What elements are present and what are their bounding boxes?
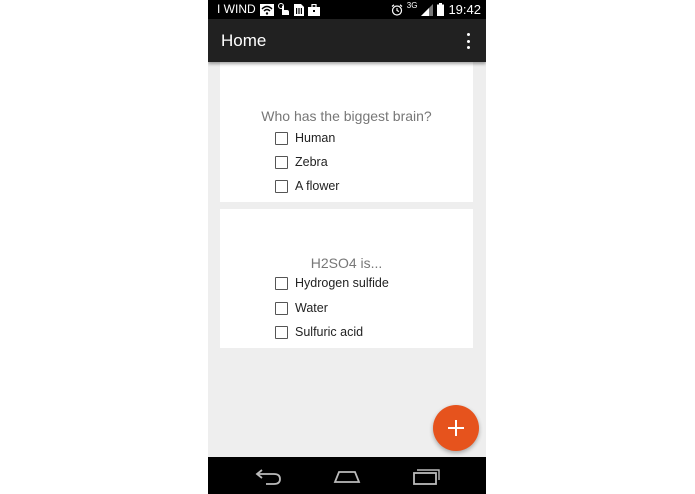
question-card-2: H2SO4 is... Hydrogen sulfide Water Sulfu…: [220, 209, 473, 348]
briefcase-icon: [307, 3, 320, 16]
answer-label: Hydrogen sulfide: [295, 276, 389, 290]
recents-icon[interactable]: [411, 466, 441, 491]
checkbox[interactable]: [275, 301, 288, 315]
sim-card-icon: [293, 3, 304, 16]
navigation-bar: [208, 457, 486, 494]
answer-option[interactable]: Human: [275, 129, 335, 147]
checkbox[interactable]: [275, 276, 288, 290]
answer-label: Human: [295, 131, 336, 145]
app-bar: Home: [208, 19, 486, 62]
tap-icon: [277, 3, 290, 16]
network-type-label: 3G: [406, 1, 418, 10]
answer-label: A flower: [295, 179, 340, 193]
question-text: Who has the biggest brain?: [261, 108, 432, 124]
carrier-label: I WIND: [217, 2, 256, 16]
page-title: Home: [221, 31, 267, 50]
signal-icon: [421, 3, 434, 16]
phone-screen: I WIND 3G 19:42 Home Who has the biggest…: [208, 0, 486, 494]
status-bar: I WIND 3G 19:42: [208, 0, 486, 19]
battery-icon: [437, 3, 445, 16]
answer-option[interactable]: Water: [275, 299, 328, 317]
checkbox[interactable]: [275, 155, 288, 169]
question-card-1: Who has the biggest brain? Human Zebra A…: [220, 62, 473, 202]
clock: 19:42: [448, 2, 481, 17]
answer-option[interactable]: A flower: [275, 177, 339, 195]
answer-label: Water: [295, 301, 328, 315]
overflow-menu-icon[interactable]: [460, 33, 476, 49]
checkbox[interactable]: [275, 179, 288, 193]
checkbox[interactable]: [275, 325, 288, 339]
plus-icon: [447, 419, 465, 437]
back-icon[interactable]: [254, 466, 284, 491]
add-button[interactable]: [433, 405, 479, 451]
question-text: H2SO4 is...: [310, 255, 383, 271]
checkbox[interactable]: [275, 131, 288, 145]
answer-option[interactable]: Hydrogen sulfide: [275, 274, 389, 292]
answer-option[interactable]: Sulfuric acid: [275, 323, 363, 341]
home-icon[interactable]: [332, 466, 362, 491]
wifi-icon: [259, 3, 274, 16]
alarm-icon: [391, 3, 403, 16]
answer-option[interactable]: Zebra: [275, 153, 328, 171]
answer-label: Zebra: [295, 155, 328, 169]
answer-label: Sulfuric acid: [295, 325, 364, 339]
